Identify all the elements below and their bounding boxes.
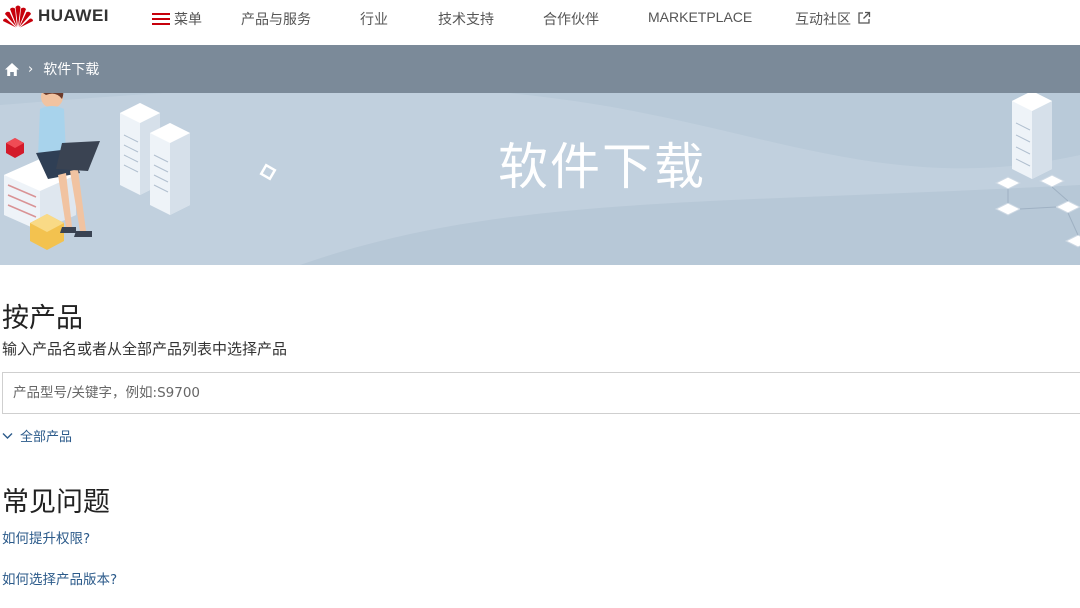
- nav-partners[interactable]: 合作伙伴: [543, 9, 599, 29]
- top-navigation: HUAWEI 菜单 产品与服务 行业 技术支持 合作伙伴 MARKETPLACE…: [0, 0, 1080, 45]
- huawei-flower-icon: [3, 5, 33, 28]
- huawei-logo[interactable]: HUAWEI: [2, 3, 109, 29]
- all-products-toggle[interactable]: 全部产品: [2, 426, 72, 445]
- chevron-down-icon: [2, 432, 13, 439]
- hero-banner: › 软件下载 软件下载: [0, 45, 1080, 265]
- breadcrumb: › 软件下载: [0, 45, 1080, 93]
- nav-community-label: 互动社区: [795, 12, 851, 28]
- nav-products-services[interactable]: 产品与服务: [241, 9, 311, 29]
- nav-tech-support[interactable]: 技术支持: [438, 9, 494, 29]
- nav-marketplace[interactable]: MARKETPLACE: [648, 9, 752, 25]
- nav-community[interactable]: 互动社区: [795, 9, 871, 29]
- by-product-subtitle: 输入产品名或者从全部产品列表中选择产品: [2, 340, 288, 358]
- faq-link-elevate-permission[interactable]: 如何提升权限?: [2, 527, 90, 547]
- faq-link-choose-version[interactable]: 如何选择产品版本?: [2, 568, 117, 588]
- menu-label: 菜单: [174, 12, 202, 28]
- all-products-label: 全部产品: [20, 430, 73, 445]
- nav-industry[interactable]: 行业: [360, 9, 388, 29]
- chevron-right-icon: ›: [28, 61, 34, 77]
- faq-title: 常见问题: [2, 487, 110, 518]
- product-search-input[interactable]: [2, 372, 1080, 414]
- breadcrumb-current: 软件下载: [43, 62, 100, 78]
- menu-button[interactable]: 菜单: [152, 9, 202, 29]
- external-link-icon: [858, 11, 871, 24]
- brand-name: HUAWEI: [38, 6, 109, 25]
- home-icon[interactable]: [4, 62, 20, 77]
- banner-title: 软件下载: [498, 138, 706, 196]
- by-product-title: 按产品: [2, 303, 83, 334]
- hamburger-icon: [152, 13, 170, 25]
